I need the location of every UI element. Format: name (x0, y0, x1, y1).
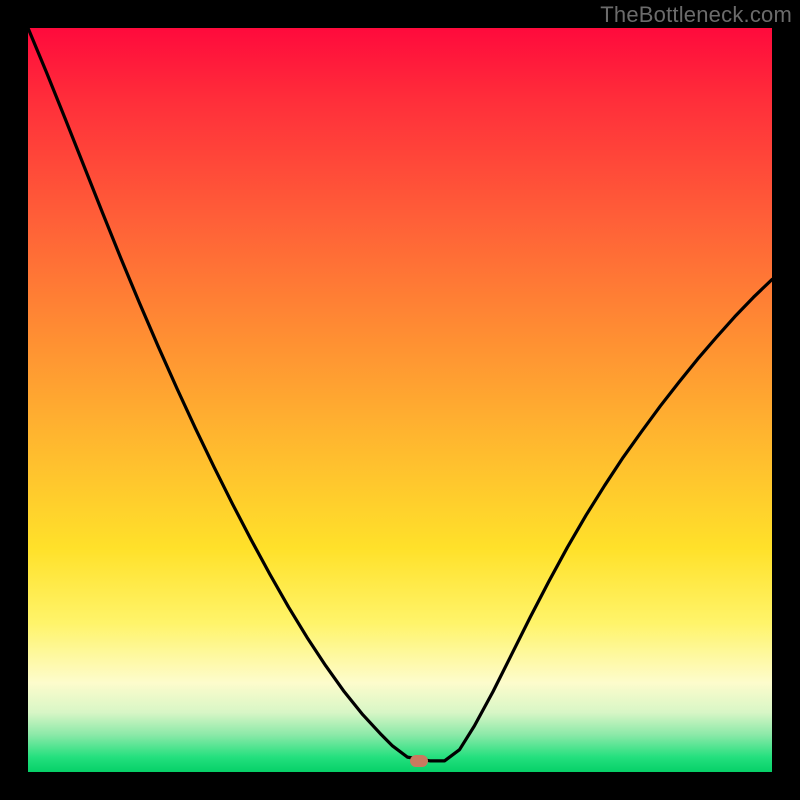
watermark-text: TheBottleneck.com (600, 2, 792, 28)
minimum-marker (410, 755, 428, 767)
plot-area (28, 28, 772, 772)
chart-frame: TheBottleneck.com (0, 0, 800, 800)
bottleneck-curve (28, 28, 772, 772)
